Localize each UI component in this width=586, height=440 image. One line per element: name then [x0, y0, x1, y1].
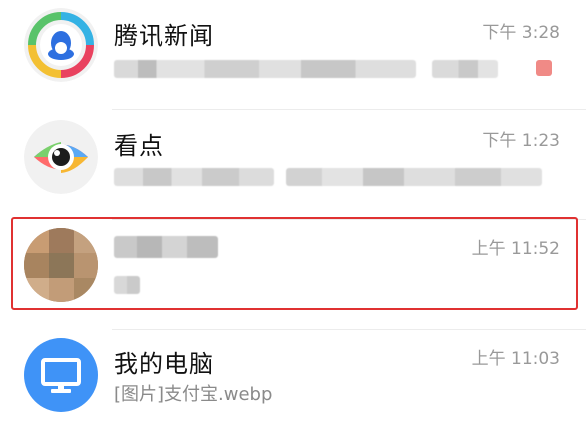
monitor-icon [24, 338, 98, 412]
conversation-title: 腾讯新闻 [114, 22, 214, 50]
kandian-eye-icon [24, 120, 98, 194]
conversation-item-my-computer[interactable]: 我的电脑 上午 11:03 [图片]支付宝.webp [0, 330, 586, 440]
highlight-box [11, 217, 578, 310]
unread-badge [536, 60, 552, 76]
tencent-news-icon [24, 8, 98, 82]
conversation-title: 看点 [114, 132, 164, 160]
conversation-time: 下午 1:23 [482, 131, 560, 151]
conversation-time: 上午 11:03 [471, 349, 560, 369]
conversation-list: 腾讯新闻 下午 3:28 看点 下午 1:23 上午 11:52 我的电脑 上午… [0, 0, 586, 440]
conversation-time: 下午 3:28 [482, 23, 560, 43]
conversation-preview: [图片]支付宝.webp [114, 384, 273, 405]
conversation-item-tencent-news[interactable]: 腾讯新闻 下午 3:28 [0, 0, 586, 110]
conversation-title: 我的电脑 [114, 350, 214, 378]
conversation-item-kandian[interactable]: 看点 下午 1:23 [0, 110, 586, 220]
